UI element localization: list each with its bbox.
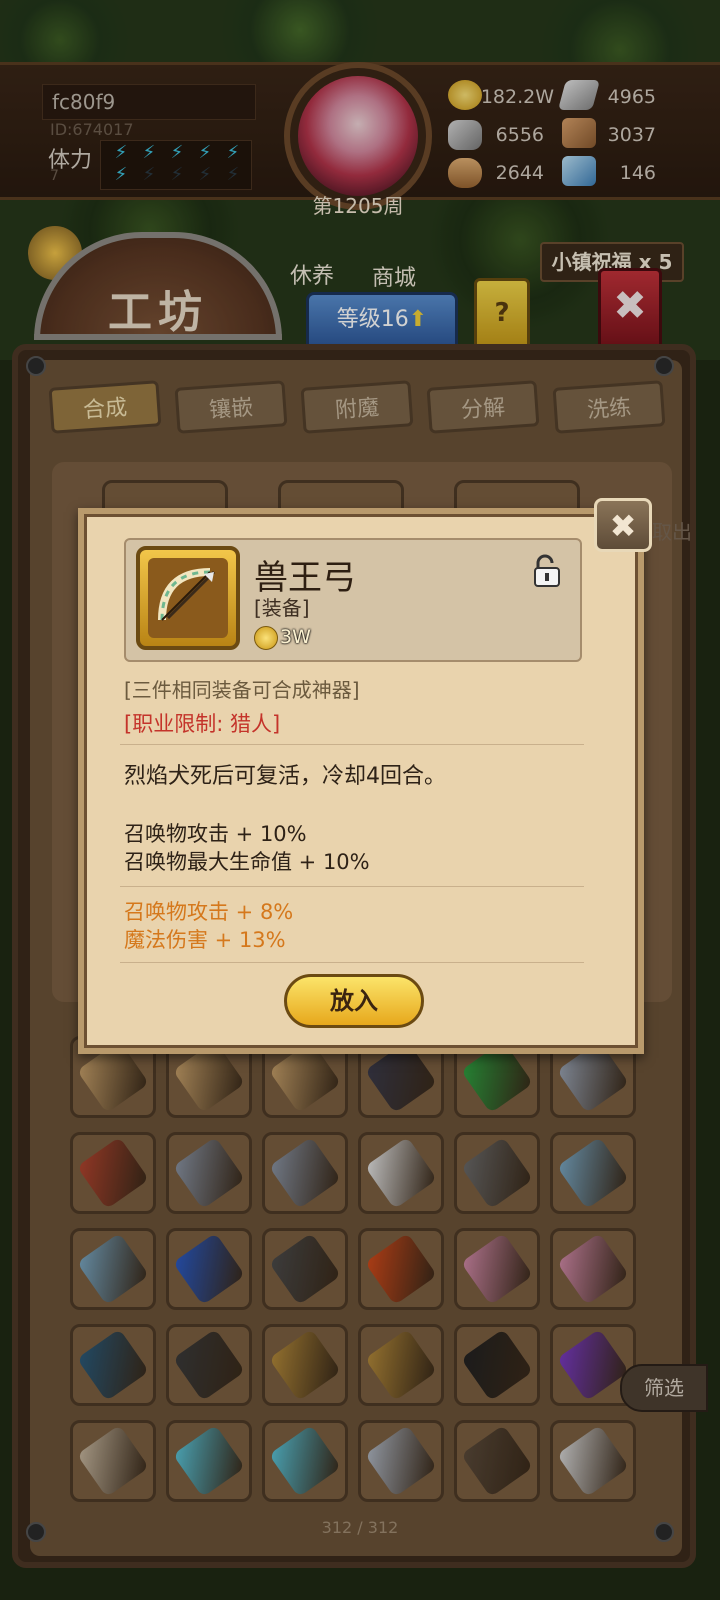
bonus-stat-line: 魔法伤害 + 13% — [124, 928, 286, 952]
divider — [120, 744, 584, 745]
divider — [120, 886, 584, 887]
popup-close-button[interactable]: ✖ — [594, 498, 652, 552]
synthesis-note: [三件相同装备可合成神器] — [124, 678, 360, 702]
stat-line: 召唤物攻击 + 10% — [124, 822, 307, 846]
bonus-stat-line: 召唤物攻击 + 8% — [124, 900, 294, 924]
divider — [120, 962, 584, 963]
bow-icon — [148, 558, 228, 638]
item-type: [装备] — [254, 596, 310, 620]
item-effect: 烈焰犬死后可复活，冷却4回合。 — [124, 764, 446, 789]
stat-line: 召唤物最大生命值 + 10% — [124, 850, 370, 874]
class-restriction: [职业限制: 猎人] — [124, 712, 281, 736]
put-in-button[interactable]: 放入 — [284, 974, 424, 1028]
unlock-icon[interactable] — [532, 554, 562, 588]
item-price: 3W — [280, 626, 311, 648]
close-icon: ✖ — [609, 507, 637, 545]
coin-icon — [254, 626, 278, 650]
